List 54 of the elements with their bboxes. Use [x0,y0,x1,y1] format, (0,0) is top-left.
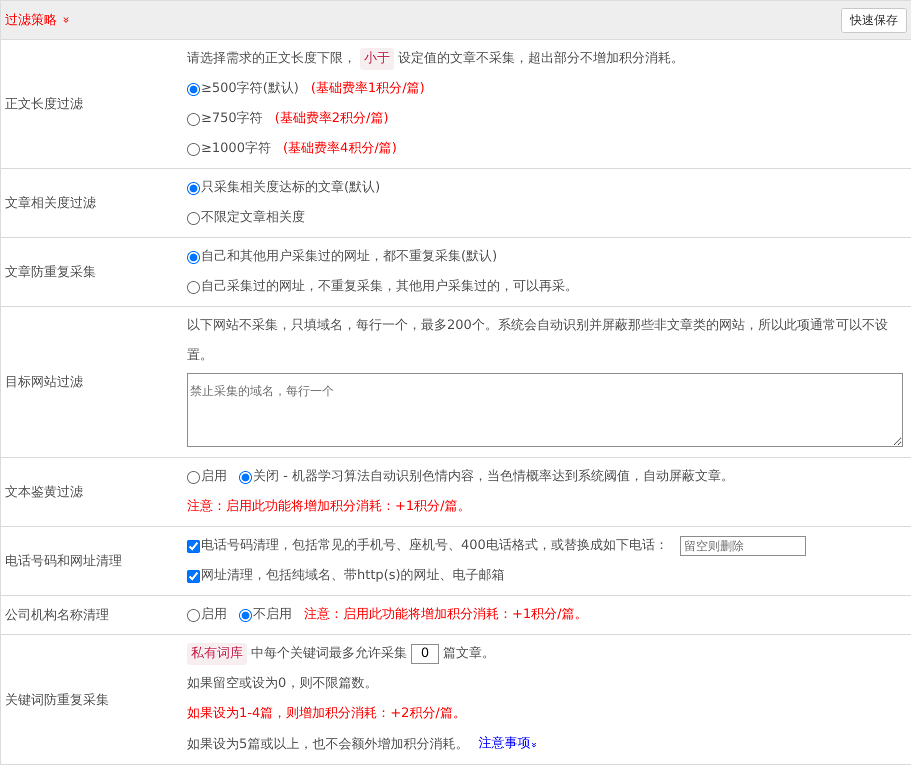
setting-label: 目标网站过滤 [4,374,84,391]
option-label[interactable]: 电话号码清理，包括常见的手机号、座机号、400电话格式，或替换成如下电话： [201,531,668,561]
checkbox[interactable] [187,540,200,552]
cost-note: 注意：启用此功能将增加积分消耗：+1积分/篇。 [304,606,588,624]
setting-label: 公司机构名称清理 [4,607,110,624]
radio-button[interactable] [187,82,200,96]
cost-note: (基础费率1积分/篇) [310,80,425,98]
description-text: 如果留空或设为0，则不限篇数。 [187,675,378,693]
description-text: 中每个关键词最多允许采集 [251,645,407,663]
cost-note: (基础费率4积分/篇) [282,140,397,158]
cost-note: (基础费率2积分/篇) [274,110,389,128]
option-label[interactable]: 不限定文章相关度 [201,203,305,233]
setting-label: 关键词防重复采集 [4,692,110,708]
option-label[interactable]: 不启用 [253,600,292,630]
setting-label: 电话号码和网址清理 [4,553,123,570]
radio-button[interactable] [187,142,200,156]
option-label[interactable]: 关闭 - 机器学习算法自动识别色情内容，当色情概率达到系统阈值，自动屏蔽文章。 [253,462,734,492]
radio-button[interactable] [239,608,252,622]
radio-button[interactable] [187,212,200,224]
option-label[interactable]: ≥750字符 [201,104,263,134]
setting-label: 文章防重复采集 [4,264,97,281]
keyword-tag: 小于 [360,48,394,70]
radio-button[interactable] [187,470,200,484]
radio-button[interactable] [187,112,200,126]
option-label[interactable]: ≥500字符(默认) [201,74,299,104]
checkbox[interactable] [187,570,200,582]
description-text: 以下网站不采集，只填域名，每行一个，最多200个。系统会自动识别并屏蔽那些非文章类的网站，所以此项通常可以不设置。 [187,317,889,365]
radio-button[interactable] [239,470,252,484]
option-label[interactable]: 自己和其他用户采集过的网址，都不重复采集(默认) [201,242,498,272]
option-label[interactable]: 网址清理，包括纯域名、带http(s)的网址、电子邮箱 [201,561,505,591]
setting-label: 文章相关度过滤 [4,195,97,212]
setting-label: 文本鉴黄过滤 [4,484,84,501]
radio-button[interactable] [187,182,200,194]
radio-button[interactable] [187,250,200,264]
domain-textarea[interactable]: 禁止采集的域名，每行一个 [187,373,903,447]
option-label[interactable]: 启用 [201,462,227,492]
radio-button[interactable] [187,280,200,294]
option-label[interactable]: 启用 [201,600,227,630]
option-label[interactable]: 只采集相关度达标的文章(默认) [201,173,380,203]
description-text: 如果设为5篇或以上，也不会额外增加积分消耗。 [187,736,468,754]
radio-button[interactable] [187,608,200,622]
cost-note: 如果设为1-4篇，则增加积分消耗：+2积分/篇。 [187,705,466,723]
setting-label: 正文长度过滤 [4,96,84,113]
description-text: 请选择需求的正文长度下限， [187,50,356,68]
count-input-field[interactable]: 0 [411,644,439,664]
notice-link[interactable]: 注意事项 » [478,729,536,760]
keyword-tag: 私有词库 [187,643,247,665]
description-text: 篇文章。 [443,645,495,663]
phone-input-field[interactable]: 留空则删除 [680,536,806,556]
description-text: 设定值的文章不采集，超出部分不增加积分消耗。 [398,50,684,68]
option-label[interactable]: 自己采集过的网址，不重复采集，其他用户采集过的，可以再采。 [201,272,578,302]
quick-save-button[interactable]: 快速保存 [841,8,907,32]
cost-note: 注意：启用此功能将增加积分消耗：+1积分/篇。 [187,498,471,516]
option-label[interactable]: ≥1000字符 [201,134,271,164]
